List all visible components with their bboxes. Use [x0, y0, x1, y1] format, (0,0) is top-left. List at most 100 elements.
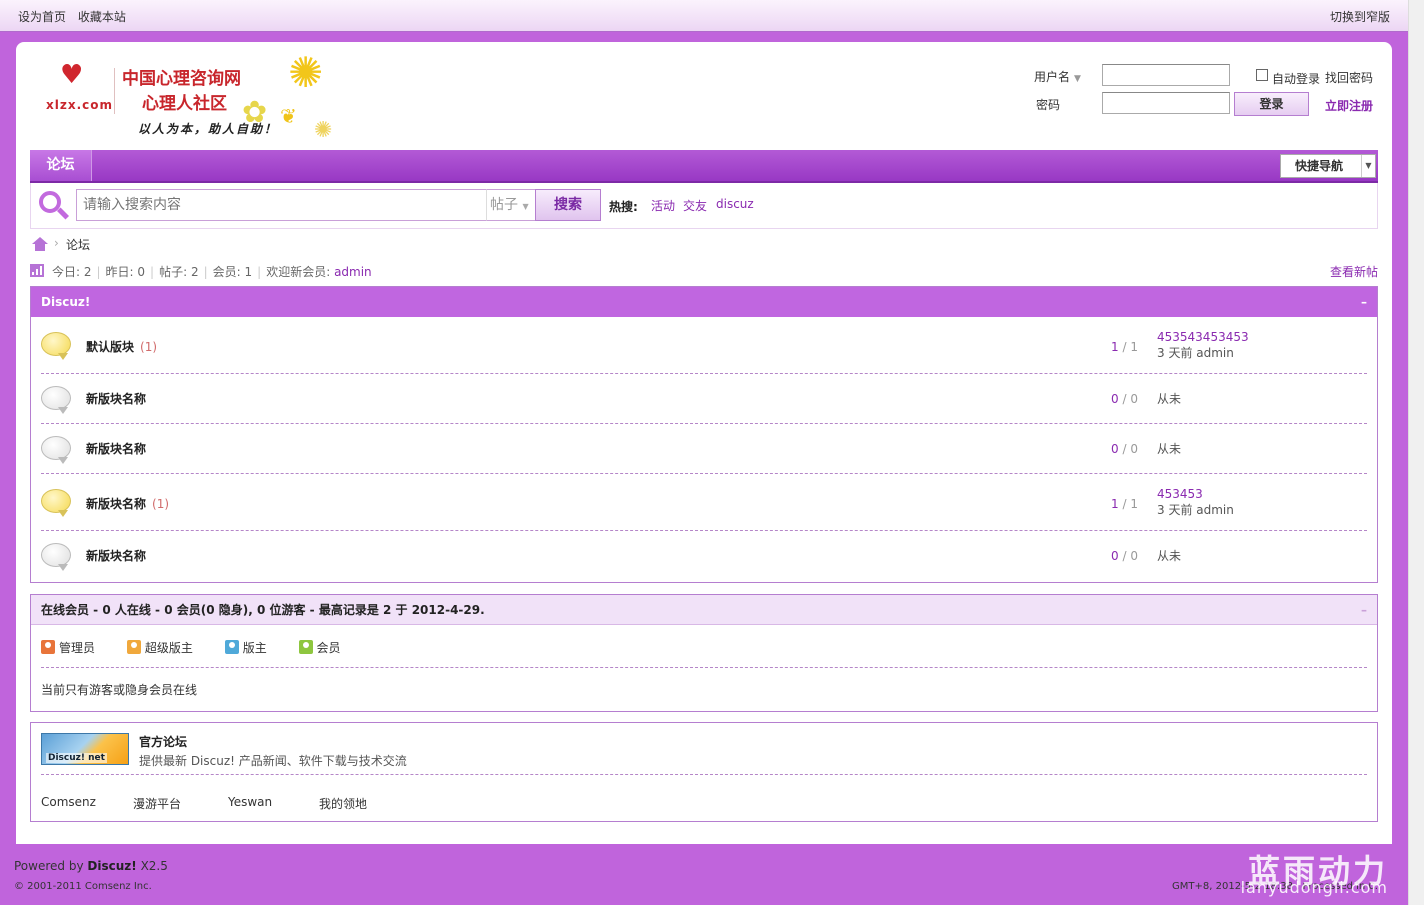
last-post-title[interactable]: 453543453453 — [1157, 330, 1249, 344]
discuz-logo-text: Discuz! net — [46, 753, 107, 763]
butterfly-icon: ❦ — [280, 104, 297, 128]
quick-nav-label: 快捷导航 — [1295, 159, 1344, 173]
online-members-box: 在线会员 - 0 人在线 - 0 会员(0 隐身), 0 位游客 - 最高记录是… — [30, 594, 1378, 712]
online-title[interactable]: 在线会员 - 0 人在线 - 0 会员(0 隐身), 0 位游客 - 最高记录是… — [41, 603, 485, 617]
search-type-select[interactable]: 帖子 ▼ — [486, 189, 536, 221]
official-forum-title[interactable]: 官方论坛 — [139, 733, 187, 750]
search-button[interactable]: 搜索 — [535, 189, 601, 221]
member-user-icon — [298, 640, 313, 654]
forum-counts: 0 / 0 — [1111, 549, 1138, 563]
login-form: 用户名 ▼ 自动登录 找回密码 密码 登录 立即注册 — [1034, 64, 1384, 124]
home-icon[interactable] — [32, 237, 48, 251]
discuz-link[interactable]: Discuz! — [87, 859, 136, 873]
forum-name[interactable]: 新版块名称 — [86, 440, 146, 457]
search-icon — [39, 191, 71, 221]
forum-name[interactable]: 新版块名称 (1) — [86, 495, 169, 512]
stat-members: 会员: 1 — [212, 265, 253, 279]
switch-width-link[interactable]: 切换到窄版 — [1330, 8, 1390, 25]
forum-row: 新版块名称 0 / 0 从未 — [41, 374, 1367, 424]
last-post-title[interactable]: 453453 — [1157, 487, 1234, 501]
login-button[interactable]: 登录 — [1234, 92, 1309, 116]
discuz-logo[interactable]: Discuz! net — [41, 733, 129, 765]
logo-title: 中国心理咨询网 — [122, 69, 241, 89]
forum-counts: 0 / 0 — [1111, 392, 1138, 406]
logo-domain: xlzx.com — [46, 98, 113, 112]
stat-welcome: 欢迎新会员: — [266, 265, 331, 279]
hot-search-link[interactable]: discuz — [716, 197, 754, 211]
forum-counts: 1 / 1 — [1111, 340, 1138, 354]
forum-group-box: Discuz! – 默认版块 (1) 1 / 1 453543453453 3 天… — [30, 286, 1378, 583]
friend-links-box: Discuz! net 官方论坛 提供最新 Discuz! 产品新闻、软件下载与… — [30, 722, 1378, 822]
forum-last-post: 从未 — [1157, 442, 1182, 456]
logo-divider — [114, 68, 115, 114]
moderator-user-icon — [224, 640, 239, 654]
forum-last-post: 从未 — [1157, 549, 1182, 563]
tab-forum[interactable]: 论坛 — [30, 150, 92, 181]
heart-hands-icon: ♥ — [60, 60, 84, 90]
site-logo[interactable]: ♥ xlzx.com 中国心理咨询网 心理人社区 以人为本，助人自助！ ✺ ✿ … — [44, 52, 344, 148]
vertical-scrollbar[interactable] — [1408, 0, 1424, 905]
register-link[interactable]: 立即注册 — [1325, 97, 1373, 114]
stats-items: 今日: 2 | 昨日: 0 | 帖子: 2 | 会员: 1 | 欢迎新会员: admin — [52, 265, 372, 279]
super-moderator-user-icon — [126, 640, 141, 654]
search-input[interactable] — [76, 189, 488, 221]
hot-search-label: 热搜: — [609, 200, 638, 214]
hot-search-link[interactable]: 活动 — [651, 197, 675, 214]
friend-link[interactable]: Yeswan — [228, 795, 272, 809]
forum-group-title[interactable]: Discuz! — [41, 295, 90, 309]
main-nav: 论坛 快捷导航 ▼ — [30, 150, 1378, 183]
official-forum-desc: 提供最新 Discuz! 产品新闻、软件下载与技术交流 — [139, 754, 407, 768]
forum-row: 新版块名称 0 / 0 从未 — [41, 424, 1367, 474]
forum-name[interactable]: 新版块名称 — [86, 547, 146, 564]
powered-by: Powered by Discuz! X2.5 — [14, 859, 168, 873]
legend-super-mod: 超级版主 — [126, 639, 193, 656]
username-input[interactable] — [1102, 64, 1230, 86]
set-homepage-link[interactable]: 设为首页 — [18, 10, 66, 24]
username-type-select[interactable]: 用户名 ▼ — [1034, 68, 1081, 85]
stat-yesterday: 昨日: 0 — [105, 265, 146, 279]
breadcrumb-separator: › — [54, 236, 59, 250]
new-member-link[interactable]: admin — [334, 265, 372, 279]
collapse-icon[interactable]: – — [1361, 287, 1367, 317]
view-new-posts-link[interactable]: 查看新帖 — [1330, 263, 1378, 280]
auto-login-label[interactable]: 自动登录 — [1272, 70, 1320, 87]
chevron-down-icon: ▼ — [1361, 155, 1375, 177]
divider — [41, 774, 1367, 775]
quick-nav-button[interactable]: 快捷导航 ▼ — [1280, 154, 1376, 178]
forum-counts: 1 / 1 — [1111, 497, 1138, 511]
forum-row: 新版块名称 (1) 1 / 1 453453 3 天前 admin — [41, 474, 1367, 531]
forum-counts: 0 / 0 — [1111, 442, 1138, 456]
hot-search-link[interactable]: 交友 — [683, 197, 707, 214]
forum-name[interactable]: 默认版块 (1) — [86, 338, 157, 355]
friend-link[interactable]: Comsenz — [41, 795, 96, 809]
last-post-meta: 3 天前 admin — [1157, 503, 1234, 517]
online-header: 在线会员 - 0 人在线 - 0 会员(0 隐身), 0 位游客 - 最高记录是… — [31, 595, 1377, 625]
chevron-down-icon: ▼ — [1074, 74, 1081, 84]
forum-last-post: 453543453453 3 天前 admin — [1157, 330, 1249, 361]
stat-posts: 帖子: 2 — [159, 265, 199, 279]
forum-new-icon — [41, 489, 71, 517]
top-bar-left: 设为首页 收藏本站 — [18, 8, 134, 25]
copyright: © 2001-2011 Comsenz Inc. — [14, 881, 152, 892]
legend-member: 会员 — [298, 639, 341, 656]
flower-icon: ✺ — [288, 48, 324, 97]
last-post-meta: 3 天前 admin — [1157, 346, 1234, 360]
divider — [41, 667, 1367, 668]
breadcrumb-current[interactable]: 论坛 — [66, 236, 90, 253]
forum-row: 默认版块 (1) 1 / 1 453543453453 3 天前 admin — [41, 317, 1367, 374]
friend-link[interactable]: 漫游平台 — [133, 795, 181, 812]
friend-link[interactable]: 我的领地 — [319, 795, 367, 812]
legend-mod: 版主 — [224, 639, 267, 656]
legend-admin: 管理员 — [41, 639, 95, 656]
footer: Powered by Discuz! X2.5 © 2001-2011 Coms… — [0, 844, 1408, 905]
collapse-icon[interactable]: – — [1361, 595, 1367, 625]
find-password-link[interactable]: 找回密码 — [1325, 69, 1373, 86]
flower-icon: ✺ — [314, 118, 333, 143]
auto-login-checkbox[interactable] — [1256, 69, 1268, 81]
flower-icon: ✿ — [242, 95, 268, 130]
password-label: 密码 — [1036, 98, 1061, 112]
forum-name[interactable]: 新版块名称 — [86, 390, 146, 407]
bookmark-link[interactable]: 收藏本站 — [78, 10, 126, 24]
password-input[interactable] — [1102, 92, 1230, 114]
forum-old-icon — [41, 386, 71, 414]
